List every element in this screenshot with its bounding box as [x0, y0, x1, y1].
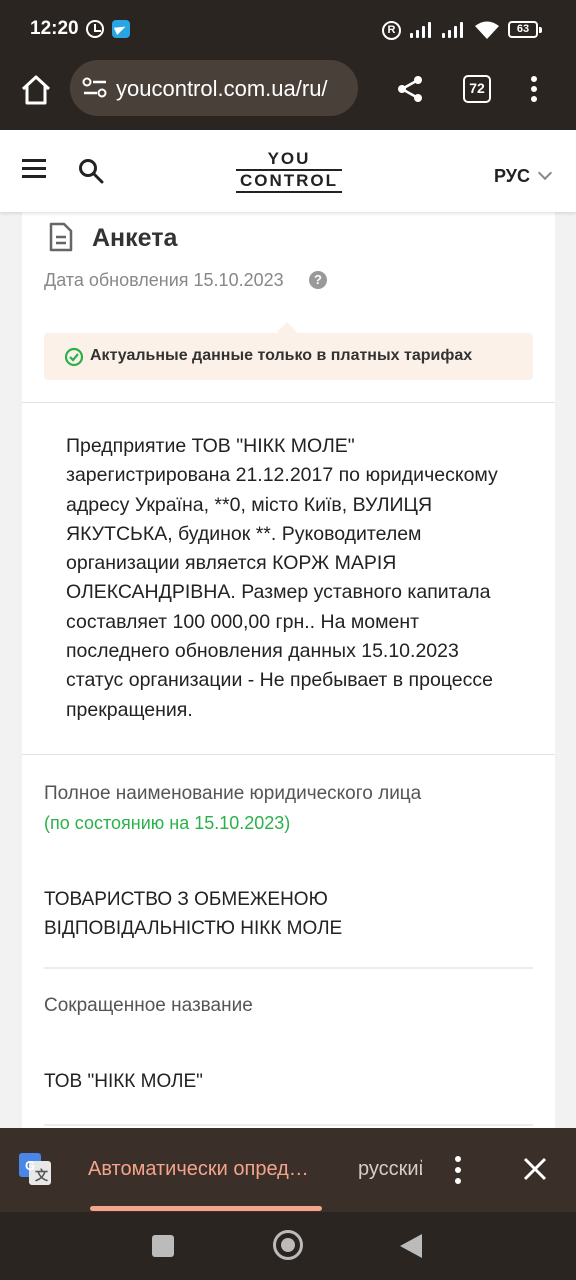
telegram-icon	[112, 20, 130, 38]
tab-switcher-button[interactable]: 72	[463, 75, 491, 103]
russian-language-tab[interactable]: русский	[358, 1158, 422, 1181]
svg-text:文: 文	[35, 1168, 49, 1183]
language-selector[interactable]: РУС	[494, 166, 530, 187]
home-icon[interactable]	[18, 72, 54, 108]
site-settings-icon[interactable]	[82, 77, 108, 99]
translate-bar: G 文 Автоматически опред… русский	[0, 1128, 576, 1212]
short-name-value: ТОВ "НІКК МОЛЕ"	[44, 1071, 203, 1092]
update-date: Дата обновления 15.10.2023	[44, 270, 284, 290]
company-card: Анкета Дата обновления 15.10.2023 ? Акту…	[22, 212, 555, 1128]
wifi-icon	[475, 21, 499, 39]
divider	[22, 402, 555, 403]
full-name-label: Полное наименование юридического лица	[44, 783, 422, 804]
svg-text:G: G	[25, 1158, 35, 1173]
browser-toolbar: youcontrol.com.ua/ru/ 72	[0, 60, 576, 130]
more-vert-icon[interactable]	[522, 74, 546, 104]
alarm-icon	[86, 20, 104, 38]
logo-line1: YOU	[267, 149, 311, 168]
url-text[interactable]: youcontrol.com.ua/ru/	[116, 76, 348, 102]
divider	[22, 754, 555, 755]
signal-icon	[442, 22, 466, 38]
help-icon[interactable]: ?	[309, 271, 327, 289]
system-nav-bar	[0, 1212, 576, 1280]
close-icon[interactable]	[522, 1156, 548, 1182]
status-time: 12:20	[30, 18, 79, 39]
selected-tab-indicator	[90, 1206, 322, 1211]
card-title: Анкета	[92, 224, 178, 252]
divider	[44, 1124, 533, 1126]
share-icon[interactable]	[396, 75, 424, 103]
detect-language-tab[interactable]: Автоматически опред…	[88, 1158, 309, 1181]
paid-data-notice[interactable]: Актуальные данные только в платных тариф…	[44, 333, 533, 380]
notice-text: Актуальные данные только в платных тариф…	[90, 347, 473, 364]
logo-line2: CONTROL	[239, 171, 339, 190]
full-name-date: (по состоянию на 15.10.2023)	[44, 813, 291, 833]
battery-icon: 63	[508, 21, 542, 38]
web-content: YOU CONTROL РУС Анкета Дата обновления 1…	[0, 130, 576, 1128]
clock-check-icon	[64, 347, 84, 367]
site-logo[interactable]: YOU CONTROL	[236, 149, 342, 193]
divider	[44, 967, 533, 969]
r-icon: R	[382, 21, 401, 40]
company-summary: Предприятие ТОВ "НІКК МОЛЕ" зарегистриро…	[66, 435, 498, 721]
search-icon[interactable]	[78, 158, 104, 184]
back-button[interactable]	[400, 1234, 422, 1258]
more-vert-icon[interactable]	[452, 1156, 464, 1184]
google-translate-icon: G 文	[19, 1153, 51, 1185]
site-header: YOU CONTROL РУС	[0, 130, 576, 212]
document-icon	[49, 222, 73, 252]
short-name-label: Сокращенное название	[44, 995, 253, 1016]
hamburger-menu-icon[interactable]	[22, 159, 46, 179]
signal-icon	[410, 22, 434, 38]
chevron-down-icon[interactable]	[537, 165, 553, 181]
address-bar[interactable]: youcontrol.com.ua/ru/	[70, 60, 358, 116]
home-button[interactable]	[273, 1230, 303, 1260]
recents-button[interactable]	[152, 1235, 174, 1257]
status-bar: 12:20 R 63	[0, 0, 576, 60]
full-name-value: ТОВАРИСТВО З ОБМЕЖЕНОЮ ВІДПОВІДАЛЬНІСТЮ …	[44, 889, 343, 939]
